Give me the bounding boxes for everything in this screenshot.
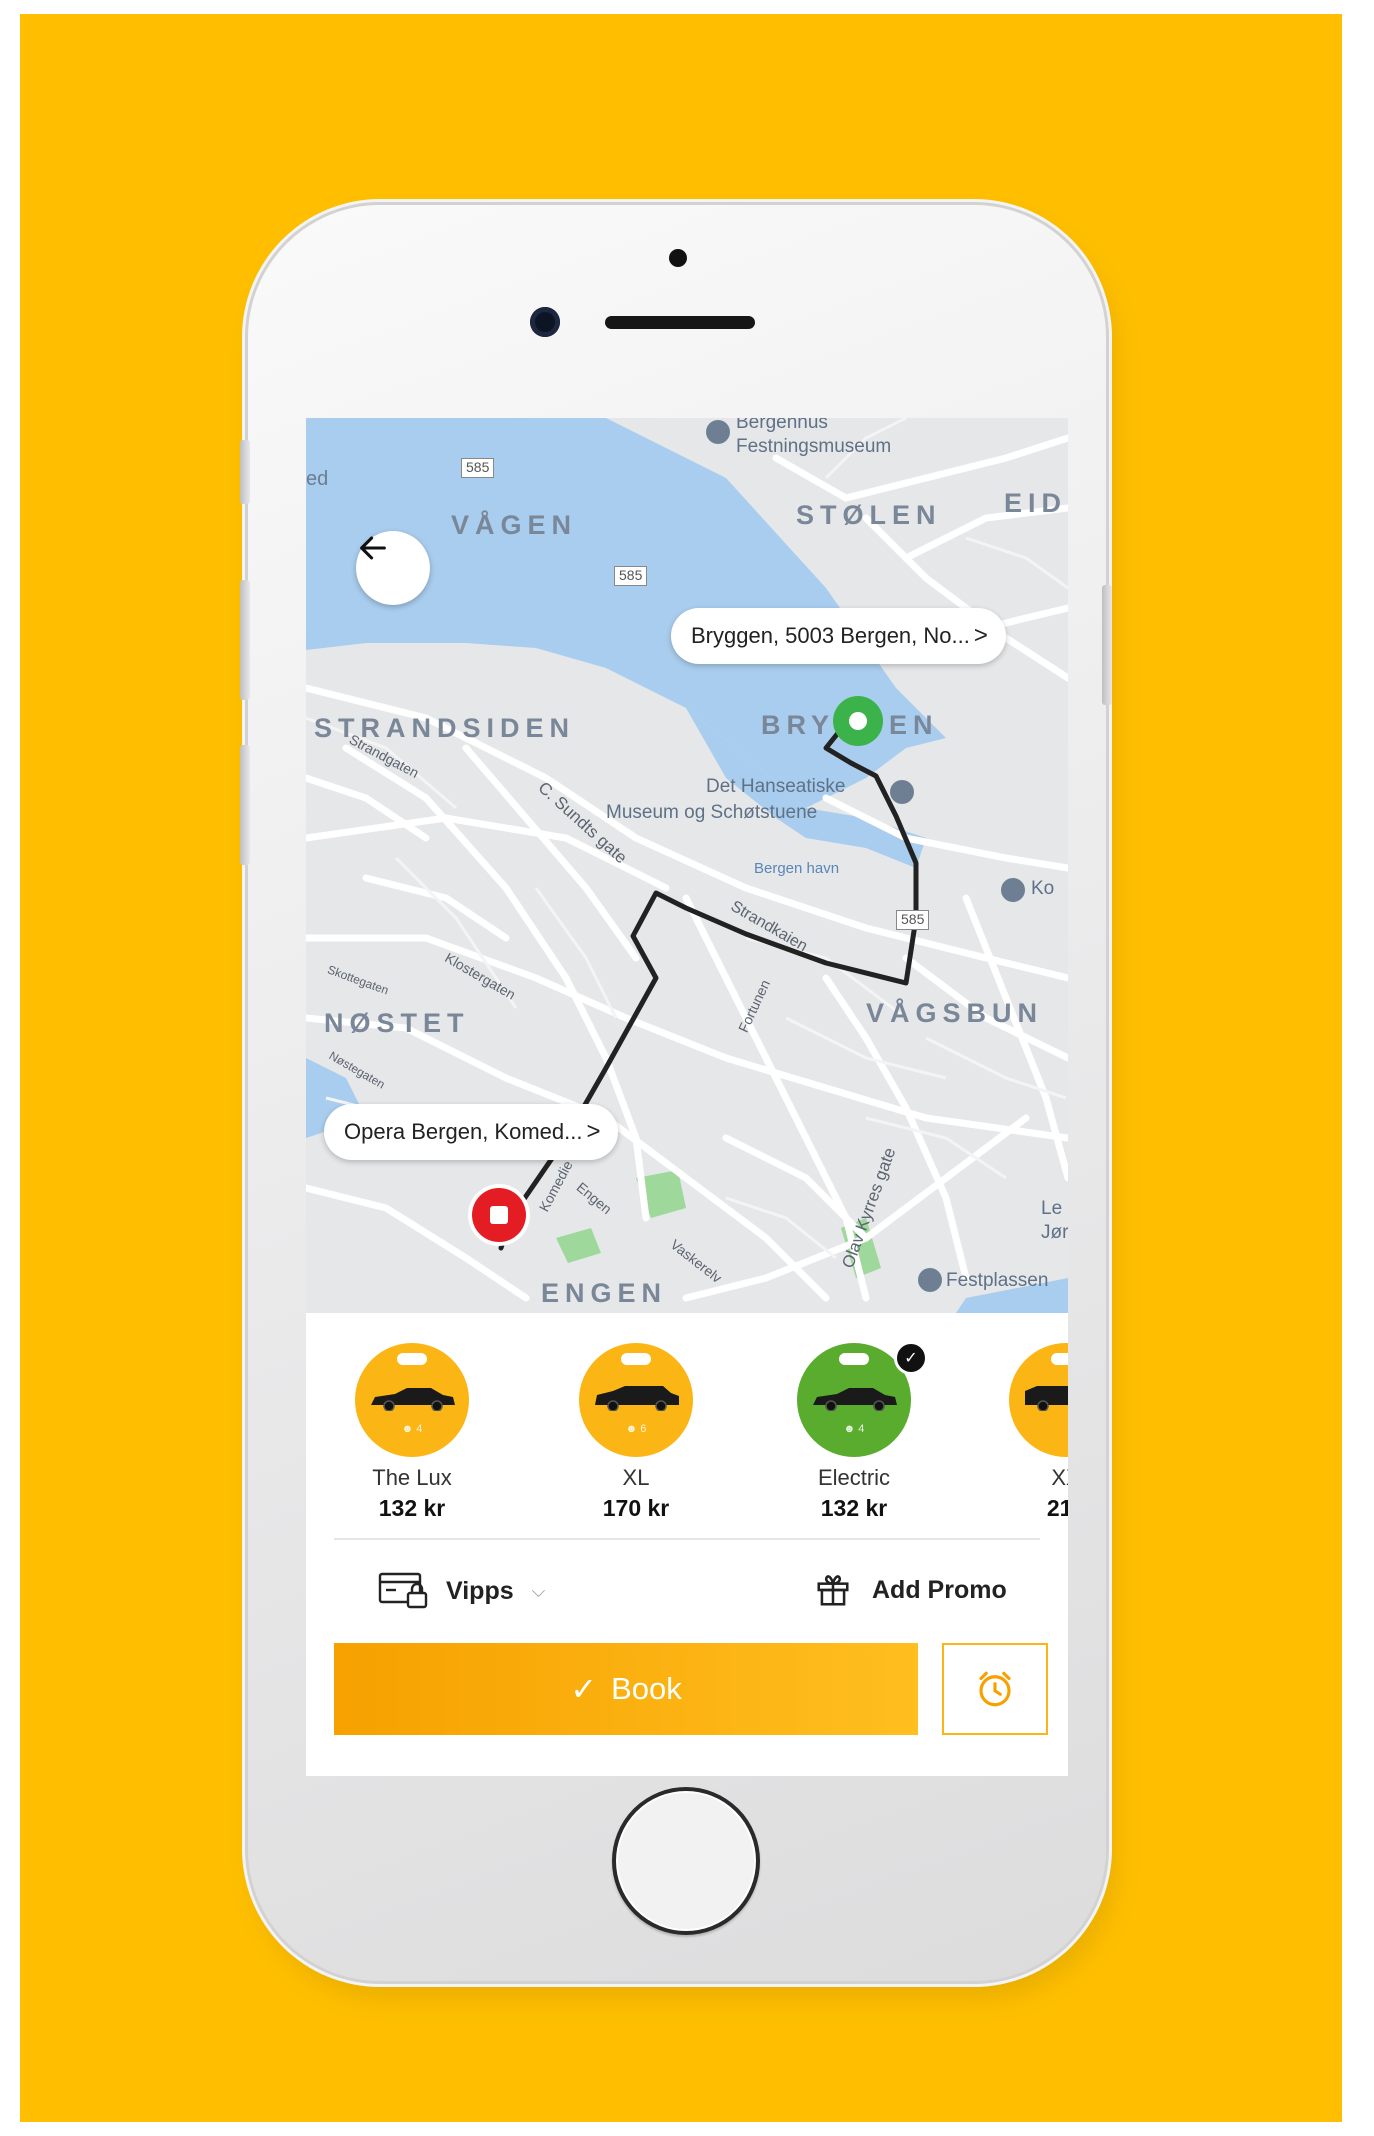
suv-car-icon <box>595 1386 679 1411</box>
passenger-count: ☻ 4 <box>843 1423 865 1435</box>
proximity-sensor <box>669 249 687 267</box>
book-button[interactable]: ✓ Book <box>334 1643 918 1735</box>
vehicle-name: XX <box>1051 1465 1068 1490</box>
map-label-jor: Jør <box>1041 1222 1068 1243</box>
museum-pin-icon <box>706 420 730 444</box>
dropoff-location-text: Opera Bergen, Komed... <box>344 1119 583 1144</box>
map-label-festplassen: Festplassen <box>946 1270 1049 1291</box>
vehicle-price: 132 kr <box>820 1495 888 1521</box>
passenger-count: ☻ 6 <box>625 1423 647 1435</box>
vehicle-price: 210 <box>1046 1495 1068 1521</box>
map-label-eide: EIDE <box>1004 488 1068 518</box>
chevron-right-icon: > <box>973 622 988 649</box>
schedule-ride-button[interactable] <box>942 1643 1048 1735</box>
map-label-le: Le <box>1041 1198 1063 1219</box>
map-label-engen: ENGEN <box>541 1278 668 1308</box>
festplassen-pin-icon <box>918 1268 942 1292</box>
passenger-count: ☻ 4 <box>401 1423 423 1435</box>
sheet-divider <box>334 1538 1040 1540</box>
vehicle-option-electric[interactable]: ☻ 4 ✓ Electric 132 kr <box>774 1341 934 1522</box>
cloud-icon <box>1051 1353 1068 1365</box>
pickup-pin-icon <box>833 696 883 746</box>
chevron-right-icon: > <box>586 1118 601 1145</box>
map-label-festning-2: Festningsmuseum <box>736 436 892 457</box>
vehicle-avatar <box>1009 1343 1068 1457</box>
map-label-nostet: NØSTET <box>324 1008 470 1038</box>
poi-pin-icon <box>1001 878 1025 902</box>
check-icon: ✓ <box>570 1671 598 1707</box>
map-label-hanseatiske-2: Museum og Schøtstuene <box>606 802 818 823</box>
payment-method-label: Vipps <box>446 1576 514 1605</box>
road-shield-a: 585 <box>461 458 495 478</box>
pickup-location-bubble[interactable]: Bryggen, 5003 Bergen, No... > <box>671 608 1006 664</box>
vehicle-name: The Lux <box>372 1465 452 1490</box>
sedan-car-icon <box>371 1388 455 1411</box>
road-shield-b: 585 <box>614 566 648 586</box>
map-label-festning-1: Bergenhus <box>736 418 828 433</box>
vehicle-option-lux[interactable]: ☻ 4 The Lux 132 kr <box>332 1343 492 1522</box>
alarm-clock-icon <box>979 1671 1011 1707</box>
cloud-icon <box>621 1353 651 1365</box>
map-label-ed: ed <box>306 468 329 490</box>
power-button <box>1102 585 1112 705</box>
dropoff-location-bubble[interactable]: Opera Bergen, Komed... > <box>324 1104 619 1160</box>
earpiece-speaker <box>605 316 755 329</box>
vehicle-name: XL <box>622 1465 650 1490</box>
home-button[interactable] <box>612 1787 760 1935</box>
cloud-icon <box>397 1353 427 1365</box>
volume-up-button <box>240 580 250 700</box>
cloud-icon <box>839 1353 869 1365</box>
app-screen: ed VÅGEN STØLEN EIDE Bergenhus Festnings… <box>306 418 1068 1776</box>
road-shield-c: 585 <box>896 910 930 930</box>
van-car-icon <box>1025 1386 1068 1411</box>
vehicle-option-xl[interactable]: ☻ 6 XL 170 kr <box>556 1343 716 1522</box>
vehicle-price: 170 kr <box>602 1495 670 1521</box>
arrow-left-icon <box>360 536 386 560</box>
card-lock-icon <box>378 1572 428 1609</box>
back-button[interactable] <box>356 531 430 605</box>
vehicle-price: 132 kr <box>378 1495 446 1521</box>
mute-switch <box>240 440 250 504</box>
vehicle-option-xx[interactable]: XX 210 <box>986 1343 1068 1522</box>
electric-car-icon <box>813 1388 897 1411</box>
map-label-vagsbunnen: VÅGSBUN <box>866 998 1044 1028</box>
add-promo-label: Add Promo <box>872 1575 1007 1604</box>
payment-method-selector[interactable]: Vipps ⌵ <box>378 1571 545 1611</box>
route-map[interactable]: ed VÅGEN STØLEN EIDE Bergenhus Festnings… <box>306 418 1068 1313</box>
booking-sheet: ☻ 4 The Lux 132 kr ☻ 6 XL 170 kr ☻ 4 ✓ E… <box>306 1313 1068 1776</box>
vehicle-avatar: ☻ 4 <box>355 1343 469 1457</box>
chevron-down-icon: ⌵ <box>531 1580 546 1601</box>
map-label-stolen: STØLEN <box>796 500 942 530</box>
check-icon: ✓ <box>894 1341 928 1375</box>
gift-icon <box>817 1575 849 1606</box>
book-button-label: Book <box>611 1671 682 1706</box>
volume-down-button <box>240 745 250 865</box>
pickup-location-text: Bryggen, 5003 Bergen, No... <box>691 623 970 648</box>
vehicle-name: Electric <box>817 1465 891 1490</box>
add-promo-button[interactable]: Add Promo <box>814 1571 1007 1609</box>
map-label-ko: Ko <box>1031 878 1055 899</box>
vehicle-avatar: ☻ 6 <box>579 1343 693 1457</box>
map-label-hanseatiske-1: Det Hanseatiske <box>706 776 846 797</box>
map-label-havn: Bergen havn <box>754 860 840 877</box>
map-label-vagen: VÅGEN <box>451 510 578 540</box>
dropoff-pin-icon <box>472 1188 526 1242</box>
front-camera <box>530 307 560 337</box>
museum-pin-icon-2 <box>890 780 914 804</box>
